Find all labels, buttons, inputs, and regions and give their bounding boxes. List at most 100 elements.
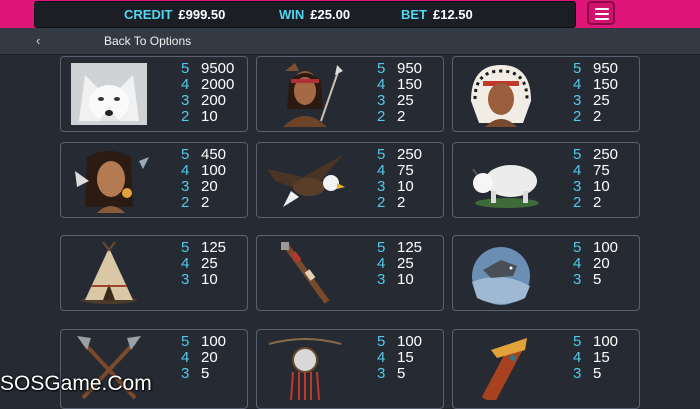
payout-value: 150 [397,76,423,93]
pay-row: 3 10 [181,272,226,288]
pay-row: 35 [573,272,618,288]
paytable-tile-native-warrior: 5 950 4 150 3 25 22 [256,56,444,132]
payout-value: 125 [201,239,227,256]
payout-value: 15 [593,349,610,366]
pay-row: 4 75 [573,163,618,179]
match-count: 4 [573,76,582,93]
win-value: £25.00 [310,7,351,22]
watermark: SOSGame.Com [0,372,152,395]
warrior-icon [283,63,343,127]
white-wolf-icon [71,63,147,125]
pay-row: 5 125 [377,240,422,256]
match-count: 3 [181,365,190,382]
payout-value: 100 [397,333,423,350]
paytable-payouts: 5 125 4 25 3 10 [377,240,422,288]
match-count: 3 [181,92,190,109]
match-count: 5 [573,146,582,163]
balance-panel: CREDIT £999.50 WIN £25.00 BET £12.50 [34,1,576,28]
payout-value: 10 [201,271,218,288]
match-count: 4 [181,349,190,366]
menu-button[interactable] [587,1,615,25]
match-count: 4 [181,76,190,93]
paytable-tile-dreamcatcher: 5 100 4 15 35 [256,329,444,409]
match-count: 2 [181,108,190,125]
win-display: WIN £25.00 [279,7,350,22]
eagle-icon [267,155,345,207]
payout-value: 25 [397,255,414,272]
paytable-tile-totem: 5 100 4 15 35 [452,329,640,409]
match-count: 3 [573,178,582,195]
paytable-payouts: 5 100 4 20 35 [181,334,226,382]
payout-value: 100 [593,239,619,256]
match-count: 4 [377,76,386,93]
white-buffalo-icon [472,165,539,208]
top-bar: CREDIT £999.50 WIN £25.00 BET £12.50 [0,0,700,28]
pay-row: 3 25 [573,93,618,109]
payout-value: 2 [593,108,602,125]
payout-value: 10 [201,108,218,125]
pay-row: 4 75 [377,163,422,179]
pay-row: 5 100 [573,240,618,256]
match-count: 5 [181,239,190,256]
pay-row: 35 [377,366,422,382]
pay-row: 4 20 [181,350,226,366]
bet-value: £12.50 [433,7,473,22]
paytable-payouts: 5 125 4 25 3 10 [181,240,226,288]
match-count: 2 [181,194,190,211]
payout-value: 2 [397,194,406,211]
payout-value: 5 [593,365,602,382]
pay-row: 35 [181,366,226,382]
match-count: 2 [377,108,386,125]
pay-row: 35 [573,366,618,382]
match-count: 4 [181,255,190,272]
payout-value: 5 [201,365,210,382]
paytable-payouts: 5 250 4 75 3 10 22 [377,147,422,211]
paytable-tile-pipe: 5 125 4 25 3 10 [256,235,444,311]
payout-value: 950 [593,60,619,77]
win-label: WIN [279,7,305,22]
pay-row: 3 20 [181,179,226,195]
pay-row: 4 20 [573,256,618,272]
totem-icon [481,338,527,400]
wolf-moon-icon [472,247,530,305]
payout-value: 250 [397,146,423,163]
payout-value: 5 [593,271,602,288]
pay-row: 4 150 [377,77,422,93]
match-count: 5 [377,239,386,256]
match-count: 2 [573,108,582,125]
match-count: 3 [181,271,190,288]
paytable-payouts: 5 100 4 15 35 [573,334,618,382]
paytable-tile-tomahawks: 5 100 4 20 35 [60,329,248,409]
match-count: 3 [377,92,386,109]
match-count: 3 [377,365,386,382]
paytable-payouts: 5 100 4 20 35 [573,240,618,288]
pay-row: 5 125 [181,240,226,256]
payout-value: 200 [201,92,227,109]
match-count: 3 [377,271,386,288]
pay-row: 22 [181,195,226,211]
payout-value: 10 [397,178,414,195]
native-woman-icon [75,151,149,213]
pay-row: 22 [573,195,618,211]
match-count: 4 [181,162,190,179]
credit-value: £999.50 [178,7,226,22]
match-count: 5 [377,333,386,350]
paytable-payouts: 5 950 4 150 3 25 22 [377,61,422,125]
payout-value: 20 [201,178,218,195]
pay-row: 4 15 [377,350,422,366]
payout-value: 950 [397,60,423,77]
back-to-options-link[interactable]: Back To Options [104,34,191,48]
payout-value: 250 [593,146,619,163]
pay-row: 22 [377,109,422,125]
payout-value: 125 [397,239,423,256]
dreamcatcher-icon [268,338,342,400]
match-count: 3 [377,178,386,195]
chief-icon [471,65,531,127]
payout-value: 10 [397,271,414,288]
credit-display: CREDIT £999.50 [124,7,225,22]
paytable-payouts: 5 9500 4 2000 3 200 2 10 [181,61,234,125]
chevron-left-icon[interactable]: ‹ [36,33,40,48]
payout-value: 2 [593,194,602,211]
paytable-tile-eagle: 5 250 4 75 3 10 22 [256,142,444,218]
pipe-icon [281,242,330,304]
